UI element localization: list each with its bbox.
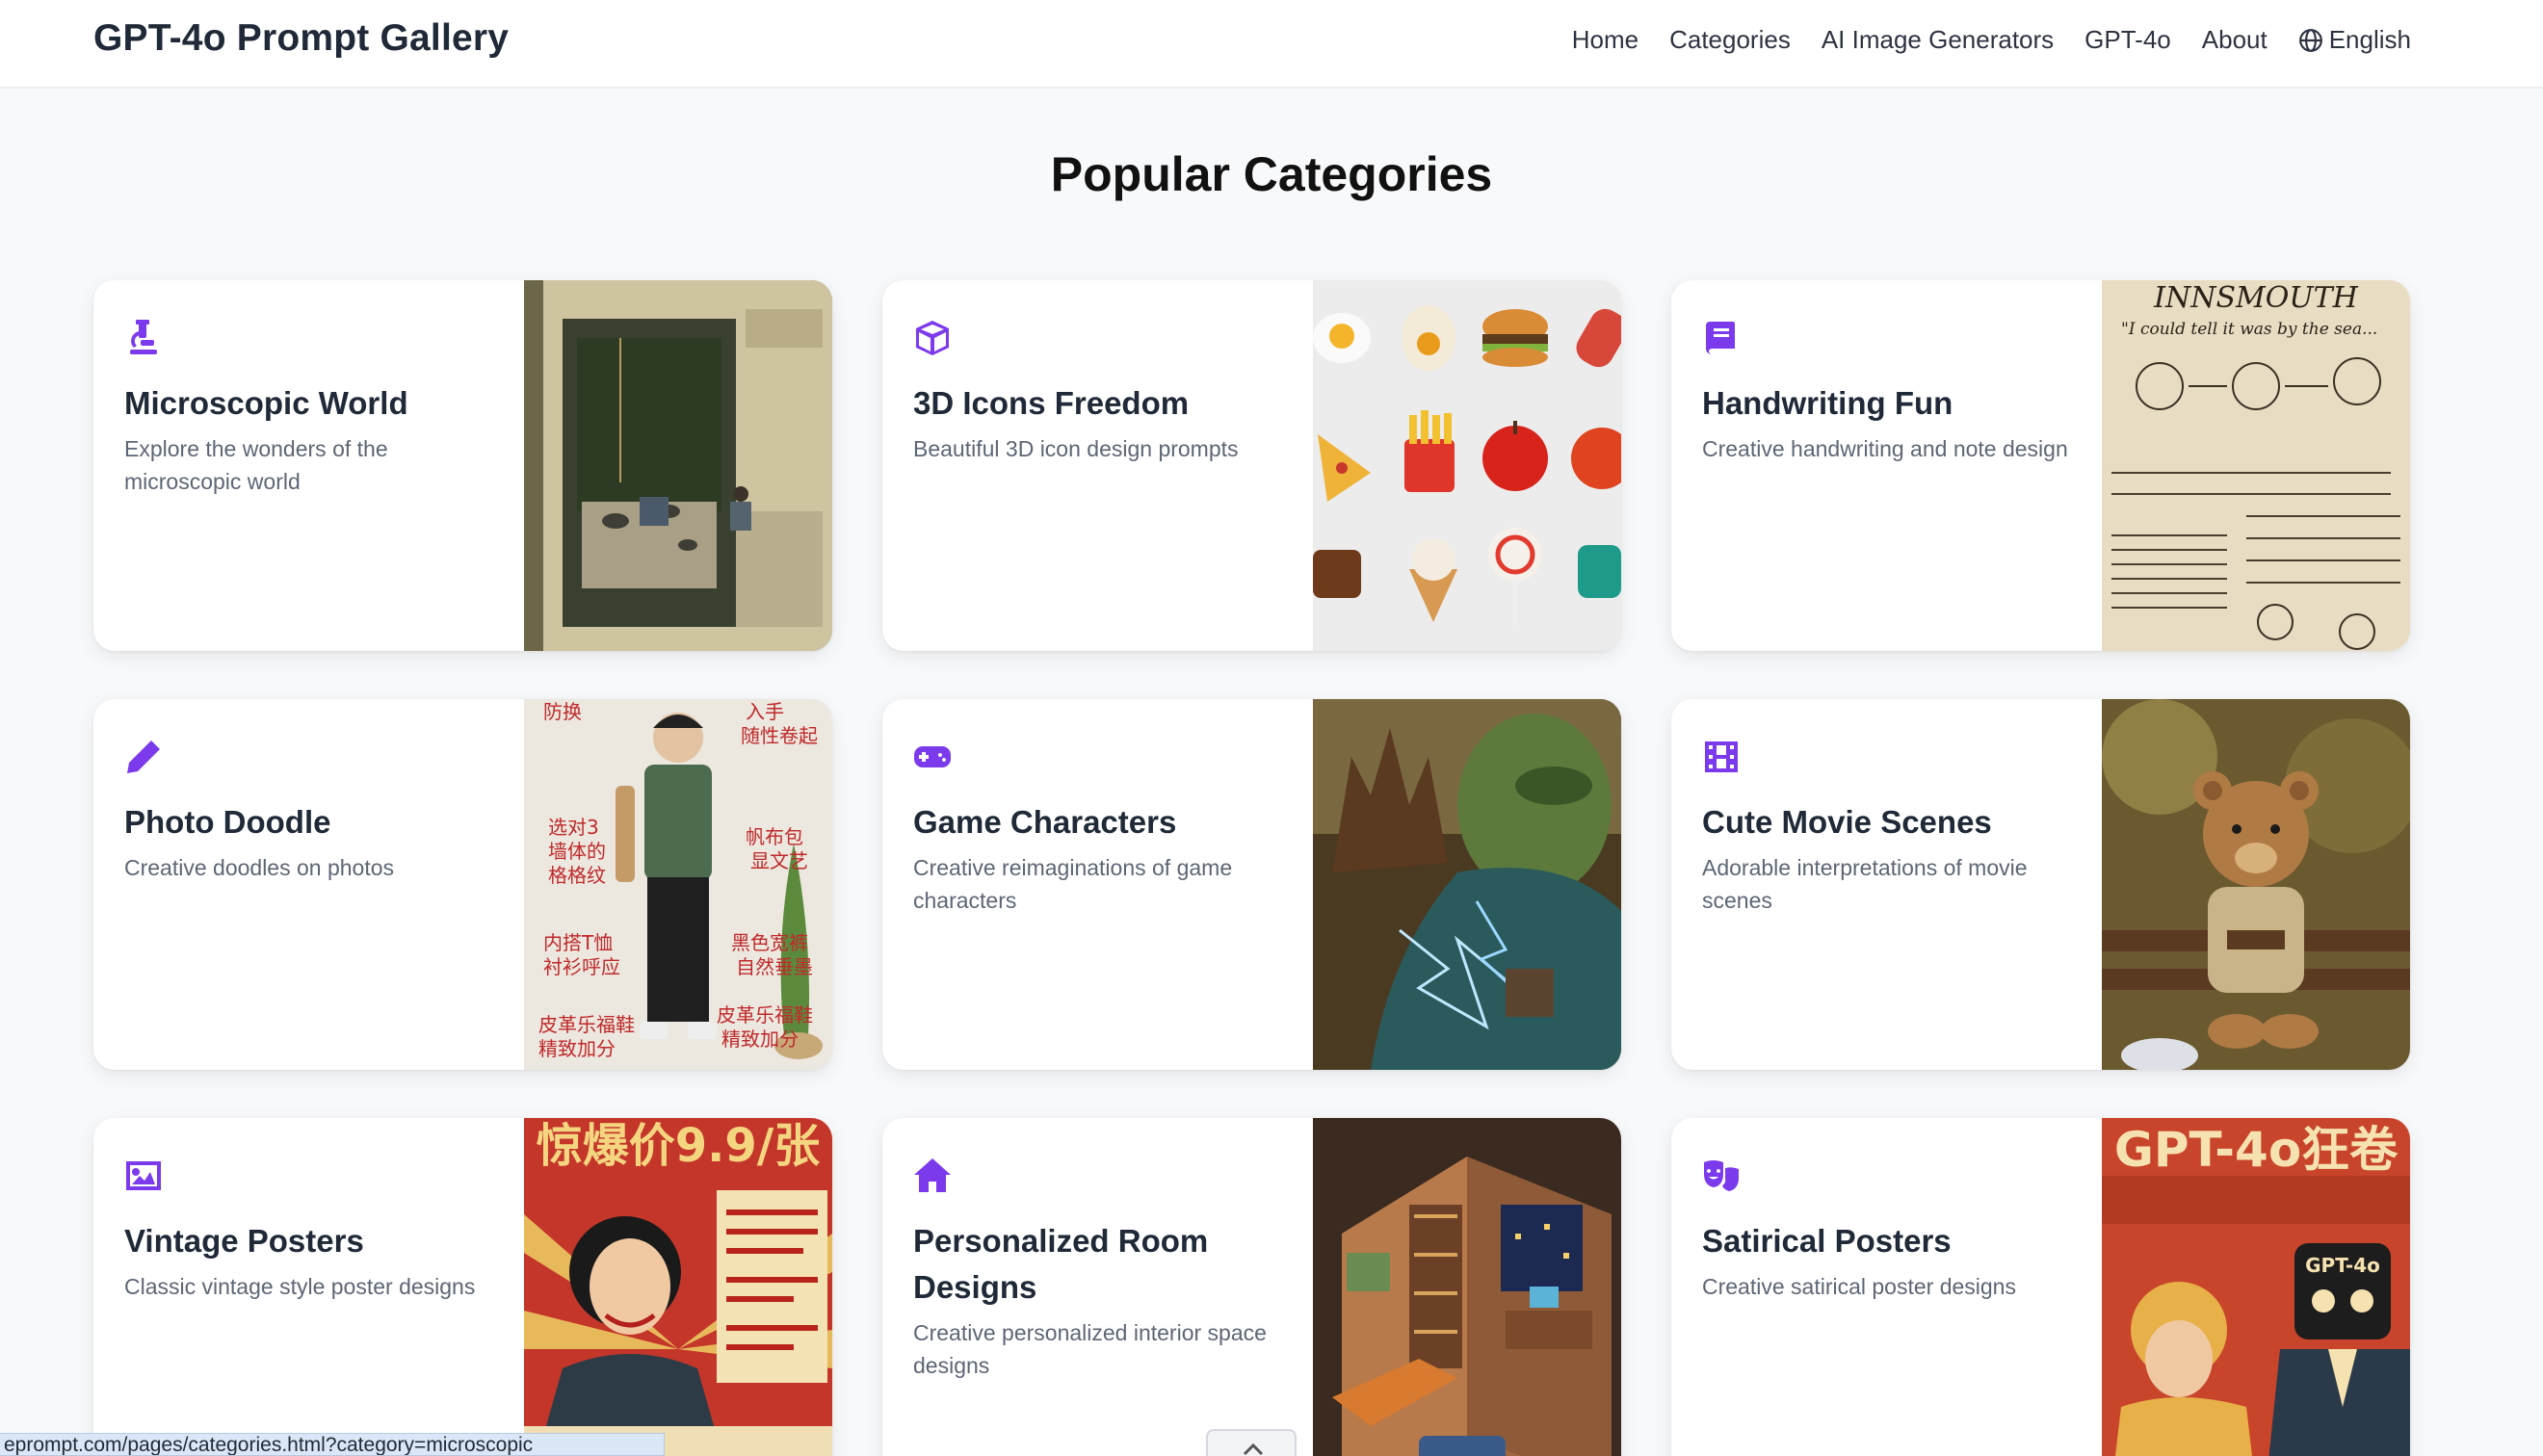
chevron-up-icon xyxy=(1243,1443,1264,1456)
svg-text:格格纹: 格格纹 xyxy=(548,864,606,887)
category-card-handwriting-fun[interactable]: Handwriting Fun Creative handwriting and… xyxy=(1671,280,2410,651)
category-description: Creative handwriting and note design xyxy=(1702,436,2068,461)
category-thumbnail xyxy=(1313,1118,1621,1456)
category-card-game-characters[interactable]: Game Characters Creative reimaginations … xyxy=(882,699,1621,1070)
site-brand[interactable]: GPT-4o Prompt Gallery xyxy=(93,17,509,60)
cube-icon xyxy=(913,319,952,357)
svg-text:精致加分: 精致加分 xyxy=(721,1027,799,1051)
category-card-cute-movie-scenes[interactable]: Cute Movie Scenes Adorable interpretatio… xyxy=(1671,699,2410,1070)
svg-text:内搭T恤: 内搭T恤 xyxy=(543,931,613,954)
category-thumbnail xyxy=(1313,699,1621,1070)
language-label: English xyxy=(2328,25,2411,54)
thumb-handwriting-line: "I could tell it was by the sea... xyxy=(2121,320,2377,339)
nav-ai-image-generators[interactable]: AI Image Generators xyxy=(1822,25,2054,55)
category-card-photo-doodle[interactable]: Photo Doodle Creative doodles on photos … xyxy=(93,699,832,1070)
category-card-vintage-posters[interactable]: Vintage Posters Classic vintage style po… xyxy=(93,1118,832,1456)
category-description: Creative satirical poster designs xyxy=(1702,1274,2016,1299)
thumb-poster-headline: 惊爆价9.9/张 xyxy=(537,1119,821,1173)
category-name: Game Characters xyxy=(913,804,1177,840)
category-thumbnail xyxy=(2102,699,2410,1070)
nav-about[interactable]: About xyxy=(2202,25,2268,55)
category-name: Microscopic World xyxy=(124,385,408,421)
image-icon xyxy=(124,1157,163,1195)
svg-text:衬衫呼应: 衬衫呼应 xyxy=(543,955,620,978)
nav-gpt-4o[interactable]: GPT-4o xyxy=(2084,25,2171,55)
category-thumbnail: 惊爆价9.9/张 xyxy=(524,1118,832,1456)
category-name: 3D Icons Freedom xyxy=(913,385,1190,421)
nav-home[interactable]: Home xyxy=(1572,25,1639,55)
svg-text:皮革乐福鞋: 皮革乐福鞋 xyxy=(717,1003,813,1027)
section-title: Popular Categories xyxy=(1050,147,1493,201)
thumb-heading: INNSMOUTH xyxy=(2153,281,2359,315)
nav-categories[interactable]: Categories xyxy=(1669,25,1791,55)
svg-text:墙体的: 墙体的 xyxy=(548,840,606,863)
svg-text:随性卷起: 随性卷起 xyxy=(741,724,818,747)
category-thumbnail xyxy=(524,280,832,651)
category-thumbnail: 防换 入手 随性卷起 选对3 墙体的 格格纹 帆布包 显文艺 内搭T恤 衬衫呼应 黑色宽裤自… xyxy=(524,699,832,1070)
main-nav: Home Categories AI Image Generators GPT-… xyxy=(1572,25,2411,55)
category-description: Explore the wonders of the microscopic w… xyxy=(124,436,388,494)
language-switcher[interactable]: English xyxy=(2298,25,2411,55)
category-name: Satirical Posters xyxy=(1702,1223,1952,1259)
category-description: Creative reimaginations of game characte… xyxy=(913,855,1233,913)
category-card-satirical-posters[interactable]: Satirical Posters Creative satirical pos… xyxy=(1671,1118,2410,1456)
category-description: Classic vintage style poster designs xyxy=(124,1274,476,1299)
category-card-3d-icons-freedom[interactable]: 3D Icons Freedom Beautiful 3D icon desig… xyxy=(882,280,1621,651)
category-name: Cute Movie Scenes xyxy=(1702,804,1992,840)
svg-text:显文艺: 显文艺 xyxy=(750,849,808,872)
svg-text:帆布包: 帆布包 xyxy=(746,825,803,848)
gamepad-icon xyxy=(913,738,952,776)
svg-text:黑色宽裤: 黑色宽裤 xyxy=(731,931,808,954)
svg-text:精致加分: 精致加分 xyxy=(538,1037,616,1060)
category-name: Handwriting Fun xyxy=(1702,385,1953,421)
svg-text:皮革乐福鞋: 皮革乐福鞋 xyxy=(538,1013,635,1036)
svg-text:入手: 入手 xyxy=(746,700,784,723)
film-icon xyxy=(1702,738,1741,776)
pencil-icon xyxy=(124,738,163,776)
category-description: Creative doodles on photos xyxy=(124,855,395,880)
thumb-satire-robot-label: GPT-4o xyxy=(2305,1254,2380,1277)
category-name: Vintage Posters xyxy=(124,1223,364,1259)
thumb-satire-headline: GPT-4o狂卷 xyxy=(2114,1122,2399,1178)
top-navbar: GPT-4o Prompt Gallery Home Categories AI… xyxy=(0,0,2543,89)
scroll-to-top-button[interactable] xyxy=(1206,1429,1297,1456)
masks-icon xyxy=(1702,1157,1741,1195)
category-card-microscopic-world[interactable]: Microscopic World Explore the wonders of… xyxy=(93,280,832,651)
category-name: Personalized Room Designs xyxy=(913,1223,1209,1305)
category-thumbnail: INNSMOUTH "I could tell it was by the se… xyxy=(2102,280,2410,651)
svg-text:自然垂墨: 自然垂墨 xyxy=(736,955,813,978)
globe-icon xyxy=(2298,28,2322,52)
category-card-personalized-room-designs[interactable]: Personalized Room Designs Creative perso… xyxy=(882,1118,1621,1456)
microscope-icon xyxy=(124,319,163,357)
book-icon xyxy=(1702,319,1741,357)
category-description: Creative personalized interior space des… xyxy=(913,1320,1267,1378)
category-thumbnail: GPT-4o狂卷 GPT-4o xyxy=(2102,1118,2410,1456)
svg-text:选对3: 选对3 xyxy=(548,816,599,839)
house-icon xyxy=(913,1157,952,1195)
browser-status-url: eprompt.com/pages/categories.html?catego… xyxy=(0,1433,665,1456)
category-description: Adorable interpretations of movie scenes xyxy=(1702,855,2028,913)
category-name: Photo Doodle xyxy=(124,804,331,840)
category-thumbnail xyxy=(1313,280,1621,651)
svg-text:防换: 防换 xyxy=(543,700,582,723)
category-description: Beautiful 3D icon design prompts xyxy=(913,436,1239,461)
